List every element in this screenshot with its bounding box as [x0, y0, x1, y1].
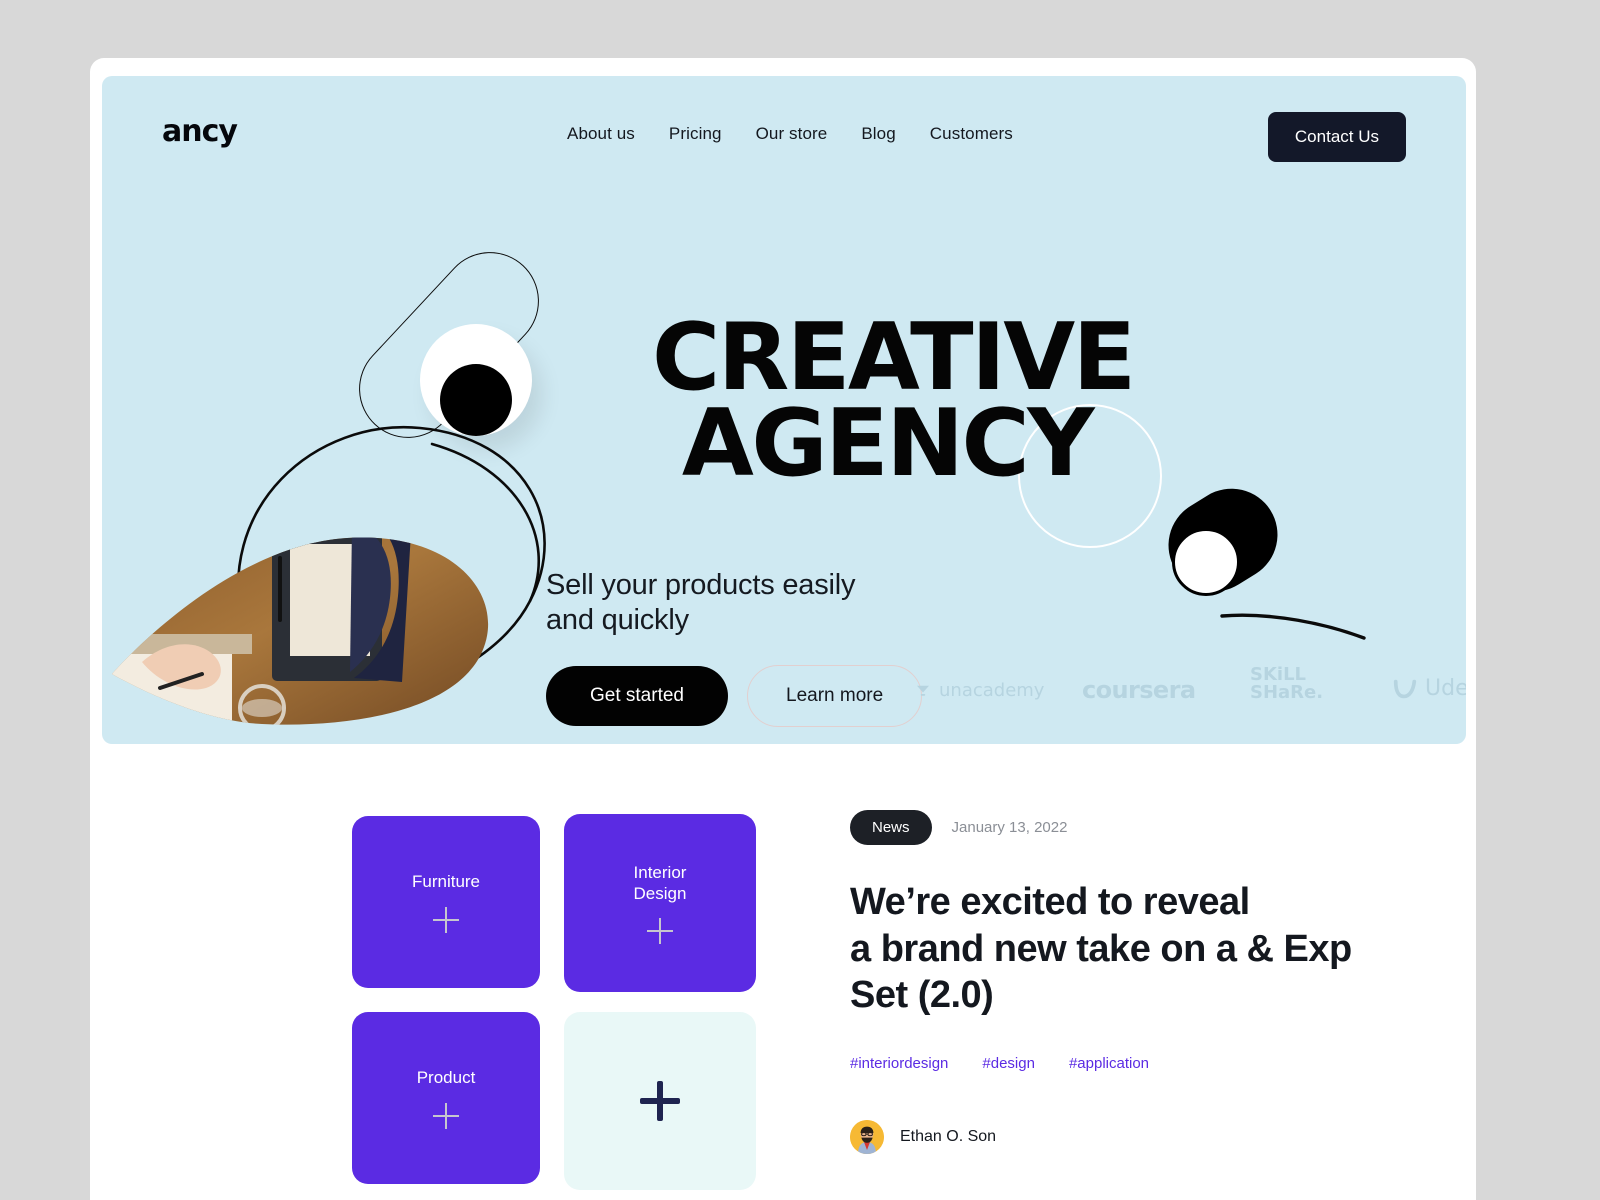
hero-section: ancy About us Pricing Our store Blog Cus…	[102, 76, 1466, 744]
brand-logo[interactable]: ancy	[162, 114, 238, 149]
avatar	[850, 1120, 884, 1155]
black-spiral-line-tail	[430, 442, 540, 603]
nav-item-customers[interactable]: Customers	[930, 124, 1013, 144]
plus-icon[interactable]	[647, 918, 673, 945]
learn-more-button[interactable]: Learn more	[747, 665, 923, 727]
partner-skillshare[interactable]: SKiLL SHaRe.	[1250, 664, 1324, 704]
nav-item-blog[interactable]: Blog	[861, 124, 895, 144]
article-date: January 13, 2022	[951, 819, 1068, 836]
black-spiral-line	[128, 425, 546, 718]
partner-udemy[interactable]: Udemy	[1392, 676, 1466, 701]
category-card-add-new[interactable]	[564, 1012, 756, 1190]
rotated-black-pill-decoration	[1151, 471, 1295, 609]
nav-item-pricing[interactable]: Pricing	[669, 124, 722, 144]
partner-unacademy[interactable]: unacademy	[914, 680, 1044, 701]
plus-icon[interactable]	[433, 906, 459, 933]
plus-icon[interactable]	[640, 1081, 680, 1121]
card-label-furniture: Furniture	[411, 872, 481, 892]
partner-udemy-label: Udemy	[1425, 676, 1466, 701]
get-started-button[interactable]: Get started	[546, 666, 728, 726]
desk-hand-writing-photo	[112, 537, 489, 725]
tag-application[interactable]: #application	[1069, 1055, 1149, 1072]
unacademy-logo-icon	[917, 685, 929, 696]
page-root: ancy About us Pricing Our store Blog Cus…	[0, 0, 1600, 1200]
pill-white-knob-decoration	[420, 324, 532, 436]
website-canvas: ancy About us Pricing Our store Blog Cus…	[90, 58, 1476, 1200]
card-label-product: Product	[416, 1068, 476, 1088]
pill-black-dot-decoration	[440, 364, 512, 436]
partner-coursera[interactable]: coursera	[1082, 676, 1196, 704]
avatar-illustration-icon	[850, 1120, 884, 1155]
plus-icon[interactable]	[433, 1102, 459, 1129]
lower-section: Furniture Interior Design Product News J…	[102, 758, 1466, 1200]
hero-title: CREATIVE AGENCY	[652, 303, 1136, 498]
contact-us-button[interactable]: Contact Us	[1267, 112, 1406, 162]
article-author[interactable]: Ethan O. Son	[850, 1120, 1410, 1155]
category-card-furniture[interactable]: Furniture	[352, 816, 540, 988]
thin-black-arc	[1220, 613, 1366, 640]
main-nav: About us Pricing Our store Blog Customer…	[567, 124, 1013, 144]
category-card-grid: Furniture Interior Design Product	[352, 814, 756, 1190]
hero-subtitle: Sell your products easily and quickly	[546, 569, 856, 636]
nav-item-our-store[interactable]: Our store	[756, 124, 828, 144]
article-meta: News January 13, 2022	[850, 810, 1410, 845]
card-label-interior-design: Interior Design	[633, 862, 687, 903]
status-badge[interactable]: News	[850, 810, 932, 845]
partner-logos: unacademy coursera SKiLL SHaRe. Udemy	[902, 664, 1466, 716]
black-pill-white-circle-decoration	[1172, 528, 1240, 596]
featured-article: News January 13, 2022 We’re excited to r…	[850, 810, 1410, 1155]
article-title[interactable]: We’re excited to reveal a brand new take…	[850, 879, 1410, 1019]
tag-interiordesign[interactable]: #interiordesign	[850, 1055, 948, 1072]
partner-unacademy-label: unacademy	[939, 680, 1045, 701]
partner-coursera-label: coursera	[1082, 676, 1196, 704]
rotated-pill-outline-decoration	[338, 231, 560, 459]
hero-actions: Get started Learn more	[546, 665, 923, 727]
author-name: Ethan O. Son	[900, 1128, 997, 1146]
category-card-interior-design[interactable]: Interior Design	[564, 814, 756, 992]
nav-item-about-us[interactable]: About us	[567, 124, 635, 144]
article-tags: #interiordesign #design #application	[850, 1055, 1410, 1072]
tag-design[interactable]: #design	[982, 1055, 1035, 1072]
category-card-product[interactable]: Product	[352, 1012, 540, 1184]
partner-skillshare-label: SKiLL SHaRe.	[1250, 664, 1324, 704]
udemy-logo-icon	[1393, 679, 1417, 698]
